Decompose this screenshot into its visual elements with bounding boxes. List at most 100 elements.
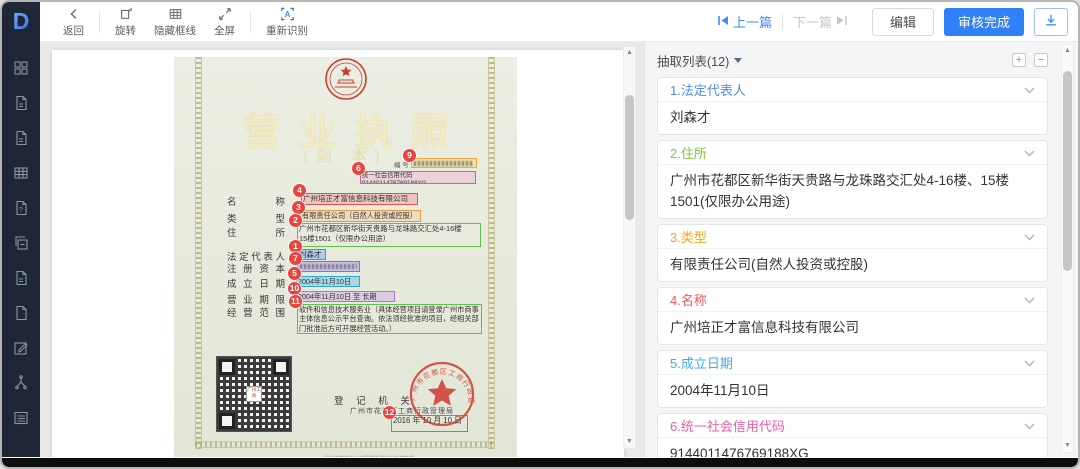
hide-borders-label: 隐藏框线: [154, 24, 196, 37]
ocr-region-10[interactable]: 2004年11月10日 至 长期: [296, 291, 395, 302]
extraction-card-5: 5.成立日期 2004年11月10日: [657, 350, 1048, 408]
fullscreen-label: 全屏: [214, 24, 235, 37]
region-marker-11: 11: [289, 295, 302, 308]
field-value: 9144011476769188XG: [670, 446, 809, 457]
skip-prev-icon: [717, 14, 729, 29]
license-border-ornament: [195, 441, 495, 448]
toolbar-separator: [250, 10, 251, 33]
region-marker-9: 9: [403, 149, 416, 162]
license-label-名称: 名称: [227, 197, 285, 208]
chevron-down-icon[interactable]: [1024, 228, 1035, 246]
extraction-list-title: 抽取列表(12): [657, 54, 730, 69]
field-label: 4.名称: [670, 293, 707, 308]
ocr-region-4[interactable]: 广州培正才富信息科技有限公司: [301, 193, 418, 205]
field-value: 广州市花都区新华街天贵路与龙珠路交汇处4-16楼、15楼1501(仅限办公用途): [670, 173, 1010, 209]
extraction-panel-header: 抽取列表(12) + −: [657, 50, 1048, 70]
ocr-region-11[interactable]: 软件和信息技术服务业（具体经营项目请登录广州市商事主体信息公示平台查询。依法须经…: [297, 304, 482, 334]
copy-icon[interactable]: [13, 235, 29, 251]
card-header[interactable]: 4.名称: [658, 288, 1047, 312]
toolbar-separator: [99, 10, 100, 33]
pdf-file-icon[interactable]: [13, 130, 29, 146]
scroll-down-arrow[interactable]: ▼: [1062, 440, 1073, 452]
chevron-down-icon[interactable]: [1024, 144, 1035, 162]
scan-a-icon: A: [280, 6, 295, 21]
grid-icon[interactable]: [13, 60, 29, 76]
extraction-cards: 1.法定代表人刘森才 2.住所广州市花都区新华街天贵路与龙珠路交汇处4-16楼、1…: [657, 77, 1048, 457]
scroll-up-arrow[interactable]: ▲: [624, 47, 635, 59]
card-header[interactable]: 6.统一社会信用代码: [658, 414, 1047, 438]
back-button[interactable]: 返回: [54, 2, 93, 41]
left-sidebar: ?: [2, 42, 40, 457]
collapse-all-button[interactable]: −: [1034, 53, 1048, 67]
panel-tools: + −: [1012, 53, 1048, 67]
viewer-scroll-thumb[interactable]: [625, 95, 634, 220]
card-header[interactable]: 3.类型: [658, 225, 1047, 249]
ocr-region-2[interactable]: 广州市花都区新华街天贵路与龙珠路交汇处4-16楼 15楼1501（仅限办公用途）: [297, 223, 481, 247]
table-icon[interactable]: [13, 165, 29, 181]
toolbar-left-group: 返回 旋转 隐藏框线 全屏 A 重新识别: [40, 2, 317, 41]
download-icon: [1044, 13, 1058, 30]
card-header[interactable]: 1.法定代表人: [658, 78, 1047, 102]
region-marker-7: 7: [289, 252, 302, 265]
edit-button[interactable]: 编辑: [872, 7, 934, 36]
field-value: 广州培正才富信息科技有限公司: [670, 320, 859, 335]
svg-text:A: A: [284, 10, 290, 19]
scroll-up-arrow[interactable]: ▲: [1062, 45, 1073, 57]
download-button[interactable]: [1034, 7, 1068, 36]
approve-button-label: 审核完成: [957, 15, 1010, 30]
ocr-region-6[interactable]: 统一社会信用代码 9144011476769188XG: [360, 171, 476, 184]
extraction-list-toggle[interactable]: 抽取列表(12): [657, 51, 743, 70]
form-icon[interactable]: [13, 410, 29, 426]
extraction-card-2: 2.住所广州市花都区新华街天贵路与龙珠路交汇处4-16楼、15楼1501(仅限办…: [657, 140, 1048, 219]
prev-doc-button[interactable]: 上一篇: [717, 12, 772, 31]
next-doc-label: 下一篇: [792, 15, 832, 30]
rotate-button[interactable]: 旋转: [106, 2, 145, 41]
fullscreen-button[interactable]: 全屏: [205, 2, 244, 41]
expand-all-button[interactable]: +: [1012, 53, 1026, 67]
region-marker-12: 12: [383, 406, 396, 419]
unknown-file-icon[interactable]: ?: [13, 200, 29, 216]
field-value: 刘森才: [670, 110, 711, 125]
chevron-down-icon[interactable]: [1024, 354, 1035, 372]
extraction-panel: 抽取列表(12) + − 1.法定代表人刘森才 2.住所广州市花都区新华街天贵路与…: [644, 42, 1078, 457]
extraction-card-3: 3.类型有限责任公司(自然人投资或控股): [657, 224, 1048, 282]
re-recognize-button[interactable]: A 重新识别: [257, 2, 317, 41]
chevron-down-icon[interactable]: [1024, 291, 1035, 309]
scroll-down-arrow[interactable]: ▼: [624, 436, 635, 448]
ocr-region-5[interactable]: 2004年11月10日: [296, 276, 360, 287]
file-icon[interactable]: [13, 305, 29, 321]
region-marker-6: 6: [352, 162, 365, 175]
card-header[interactable]: 5.成立日期: [658, 351, 1047, 375]
chevron-down-icon[interactable]: [1024, 417, 1035, 435]
branch-icon[interactable]: [13, 375, 29, 391]
business-license-image: 营业执照 (副 本) 编 号 名称 类型 住所 法定代表人 注册资本 成立日期 营业期限 经营…: [174, 57, 517, 457]
ocr-region-9[interactable]: [411, 158, 477, 168]
ocr-region-7[interactable]: [297, 261, 360, 272]
svg-text:?: ?: [19, 207, 23, 214]
toolbar-right-group: 上一篇 下一篇 编辑 审核完成: [717, 2, 1068, 41]
card-header[interactable]: 2.住所: [658, 141, 1047, 165]
chevron-down-icon[interactable]: [1024, 81, 1035, 99]
pdf-file-icon[interactable]: [13, 95, 29, 111]
field-value: 有限责任公司(自然人投资或控股): [670, 257, 868, 272]
logo-letter: D: [12, 8, 30, 34]
panel-scroll-thumb[interactable]: [1063, 71, 1072, 271]
region-marker-2: 2: [289, 214, 302, 227]
rotate-icon: [119, 6, 133, 21]
official-red-seal: 广州市花都区工商行政管理局: [398, 353, 482, 436]
pdf-file-icon[interactable]: [13, 270, 29, 286]
next-doc-button[interactable]: 下一篇: [793, 12, 848, 31]
region-marker-4: 4: [293, 184, 306, 197]
edit-button-label: 编辑: [889, 15, 916, 30]
app-window: D 返回 旋转 隐藏框线 全屏 A 重新识别 上一篇 下一篇 编辑 审核完成 ?…: [0, 0, 1080, 469]
license-label-营业期限: 营业期限: [227, 295, 285, 306]
ocr-region-3[interactable]: 有限责任公司（自然人投资或控股）: [300, 210, 421, 222]
license-label-类型: 类型: [227, 214, 285, 225]
qr-code: 广州工商: [216, 356, 292, 432]
hide-borders-button[interactable]: 隐藏框线: [145, 2, 205, 41]
region-marker-5: 5: [288, 267, 301, 280]
approve-button[interactable]: 审核完成: [944, 7, 1024, 36]
document-page: 营业执照 (副 本) 编 号 名称 类型 住所 法定代表人 注册资本 成立日期 营业期限 经营…: [52, 50, 624, 457]
edit-icon[interactable]: [13, 340, 29, 356]
top-toolbar: D 返回 旋转 隐藏框线 全屏 A 重新识别 上一篇 下一篇 编辑 审核完成: [2, 2, 1078, 42]
